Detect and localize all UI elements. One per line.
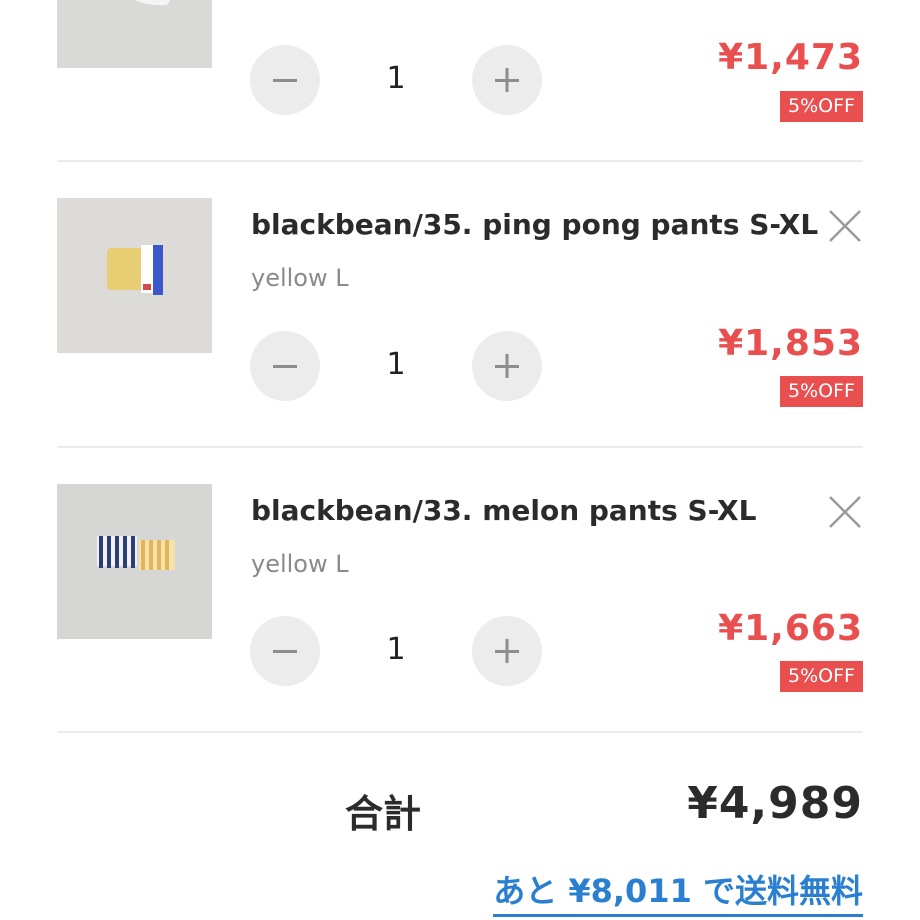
- variant-text: yellow L: [251, 550, 349, 578]
- product-image: [57, 484, 212, 639]
- free-shipping-link[interactable]: あと ¥8,011 で送料無料: [493, 866, 863, 917]
- plus-icon: [495, 354, 519, 378]
- shopping-cart: purple L 1 ¥1,473 5%OFF blackbean/35. pi…: [0, 0, 920, 920]
- product-title[interactable]: blackbean/35. ping pong pants S-XL: [251, 208, 818, 241]
- cart-item: purple L 1 ¥1,473 5%OFF: [57, 0, 863, 133]
- increase-quantity-button[interactable]: [472, 616, 542, 686]
- item-divider: [57, 731, 863, 733]
- item-price: ¥1,663: [718, 608, 863, 649]
- close-icon: [829, 496, 861, 528]
- variant-text: purple L: [251, 0, 349, 1]
- item-divider: [57, 446, 863, 448]
- increase-quantity-button[interactable]: [472, 331, 542, 401]
- product-thumbnail[interactable]: [57, 0, 212, 68]
- minus-icon: [273, 650, 297, 653]
- product-thumbnail[interactable]: [57, 484, 212, 639]
- quantity-value: 1: [386, 632, 406, 667]
- quantity-value: 1: [386, 61, 406, 96]
- increase-quantity-button[interactable]: [472, 45, 542, 115]
- plus-icon: [495, 68, 519, 92]
- quantity-value: 1: [386, 347, 406, 382]
- product-title[interactable]: blackbean/33. melon pants S-XL: [251, 494, 756, 527]
- item-price: ¥1,853: [718, 323, 863, 364]
- remove-item-button[interactable]: [827, 208, 863, 244]
- total-label: 合計: [345, 792, 422, 836]
- minus-icon: [273, 79, 297, 82]
- product-image: [57, 198, 212, 353]
- remove-item-button[interactable]: [827, 494, 863, 530]
- plus-icon: [495, 639, 519, 663]
- discount-badge: 5%OFF: [780, 376, 863, 407]
- item-price: ¥1,473: [718, 37, 863, 78]
- decrease-quantity-button[interactable]: [250, 331, 320, 401]
- total-amount: ¥4,989: [687, 778, 863, 829]
- close-icon: [829, 210, 861, 242]
- cart-item: blackbean/35. ping pong pants S-XL yello…: [57, 198, 863, 418]
- product-thumbnail[interactable]: [57, 198, 212, 353]
- decrease-quantity-button[interactable]: [250, 45, 320, 115]
- product-image: [57, 0, 212, 68]
- discount-badge: 5%OFF: [780, 91, 863, 122]
- discount-badge: 5%OFF: [780, 661, 863, 692]
- minus-icon: [273, 365, 297, 368]
- variant-text: yellow L: [251, 264, 349, 292]
- cart-item: blackbean/33. melon pants S-XL yellow L …: [57, 484, 863, 704]
- decrease-quantity-button[interactable]: [250, 616, 320, 686]
- item-divider: [57, 160, 863, 162]
